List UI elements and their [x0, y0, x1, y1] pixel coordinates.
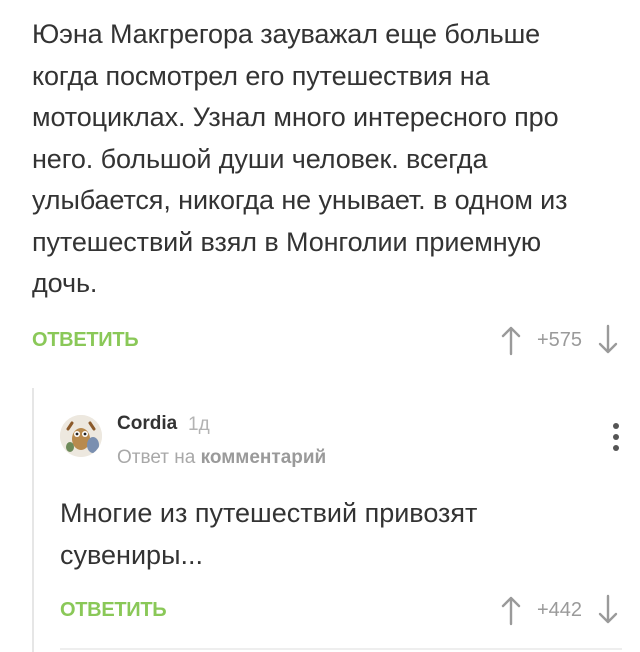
reply-button[interactable]: ОТВЕТИТЬ [60, 599, 167, 622]
arrow-up-icon[interactable] [499, 594, 523, 626]
reply-button[interactable]: ОТВЕТИТЬ [32, 329, 139, 352]
author-name[interactable]: Cordia [117, 413, 177, 435]
arrow-up-icon[interactable] [499, 324, 523, 356]
main-comment: Юэна Макгрегора зауважал еще больше когд… [32, 14, 612, 305]
comment-text: Юэна Макгрегора зауважал еще больше когд… [32, 19, 568, 298]
reply-to-prefix: Ответ на [117, 447, 196, 468]
vote-controls: +575 [499, 324, 620, 356]
main-comment-actions: ОТВЕТИТЬ +575 [32, 320, 620, 360]
more-vertical-icon[interactable] [612, 422, 620, 452]
avatar[interactable] [60, 415, 102, 457]
vote-controls: +442 [499, 594, 620, 626]
divider [60, 648, 622, 650]
reply-to-target[interactable]: комментарий [201, 447, 327, 468]
reply-to-link[interactable]: Ответ на комментарий [117, 447, 326, 469]
reply-comment-actions: ОТВЕТИТЬ +442 [60, 590, 620, 630]
rating-value: +442 [536, 598, 582, 621]
comment-text: Многие из путешествий привозят сувениры.… [60, 498, 478, 570]
avatar-image [60, 415, 102, 457]
thread-line[interactable] [32, 388, 34, 652]
rating-value: +575 [536, 328, 582, 351]
arrow-down-icon[interactable] [596, 594, 620, 626]
timestamp: 1д [188, 414, 210, 435]
arrow-down-icon[interactable] [596, 324, 620, 356]
